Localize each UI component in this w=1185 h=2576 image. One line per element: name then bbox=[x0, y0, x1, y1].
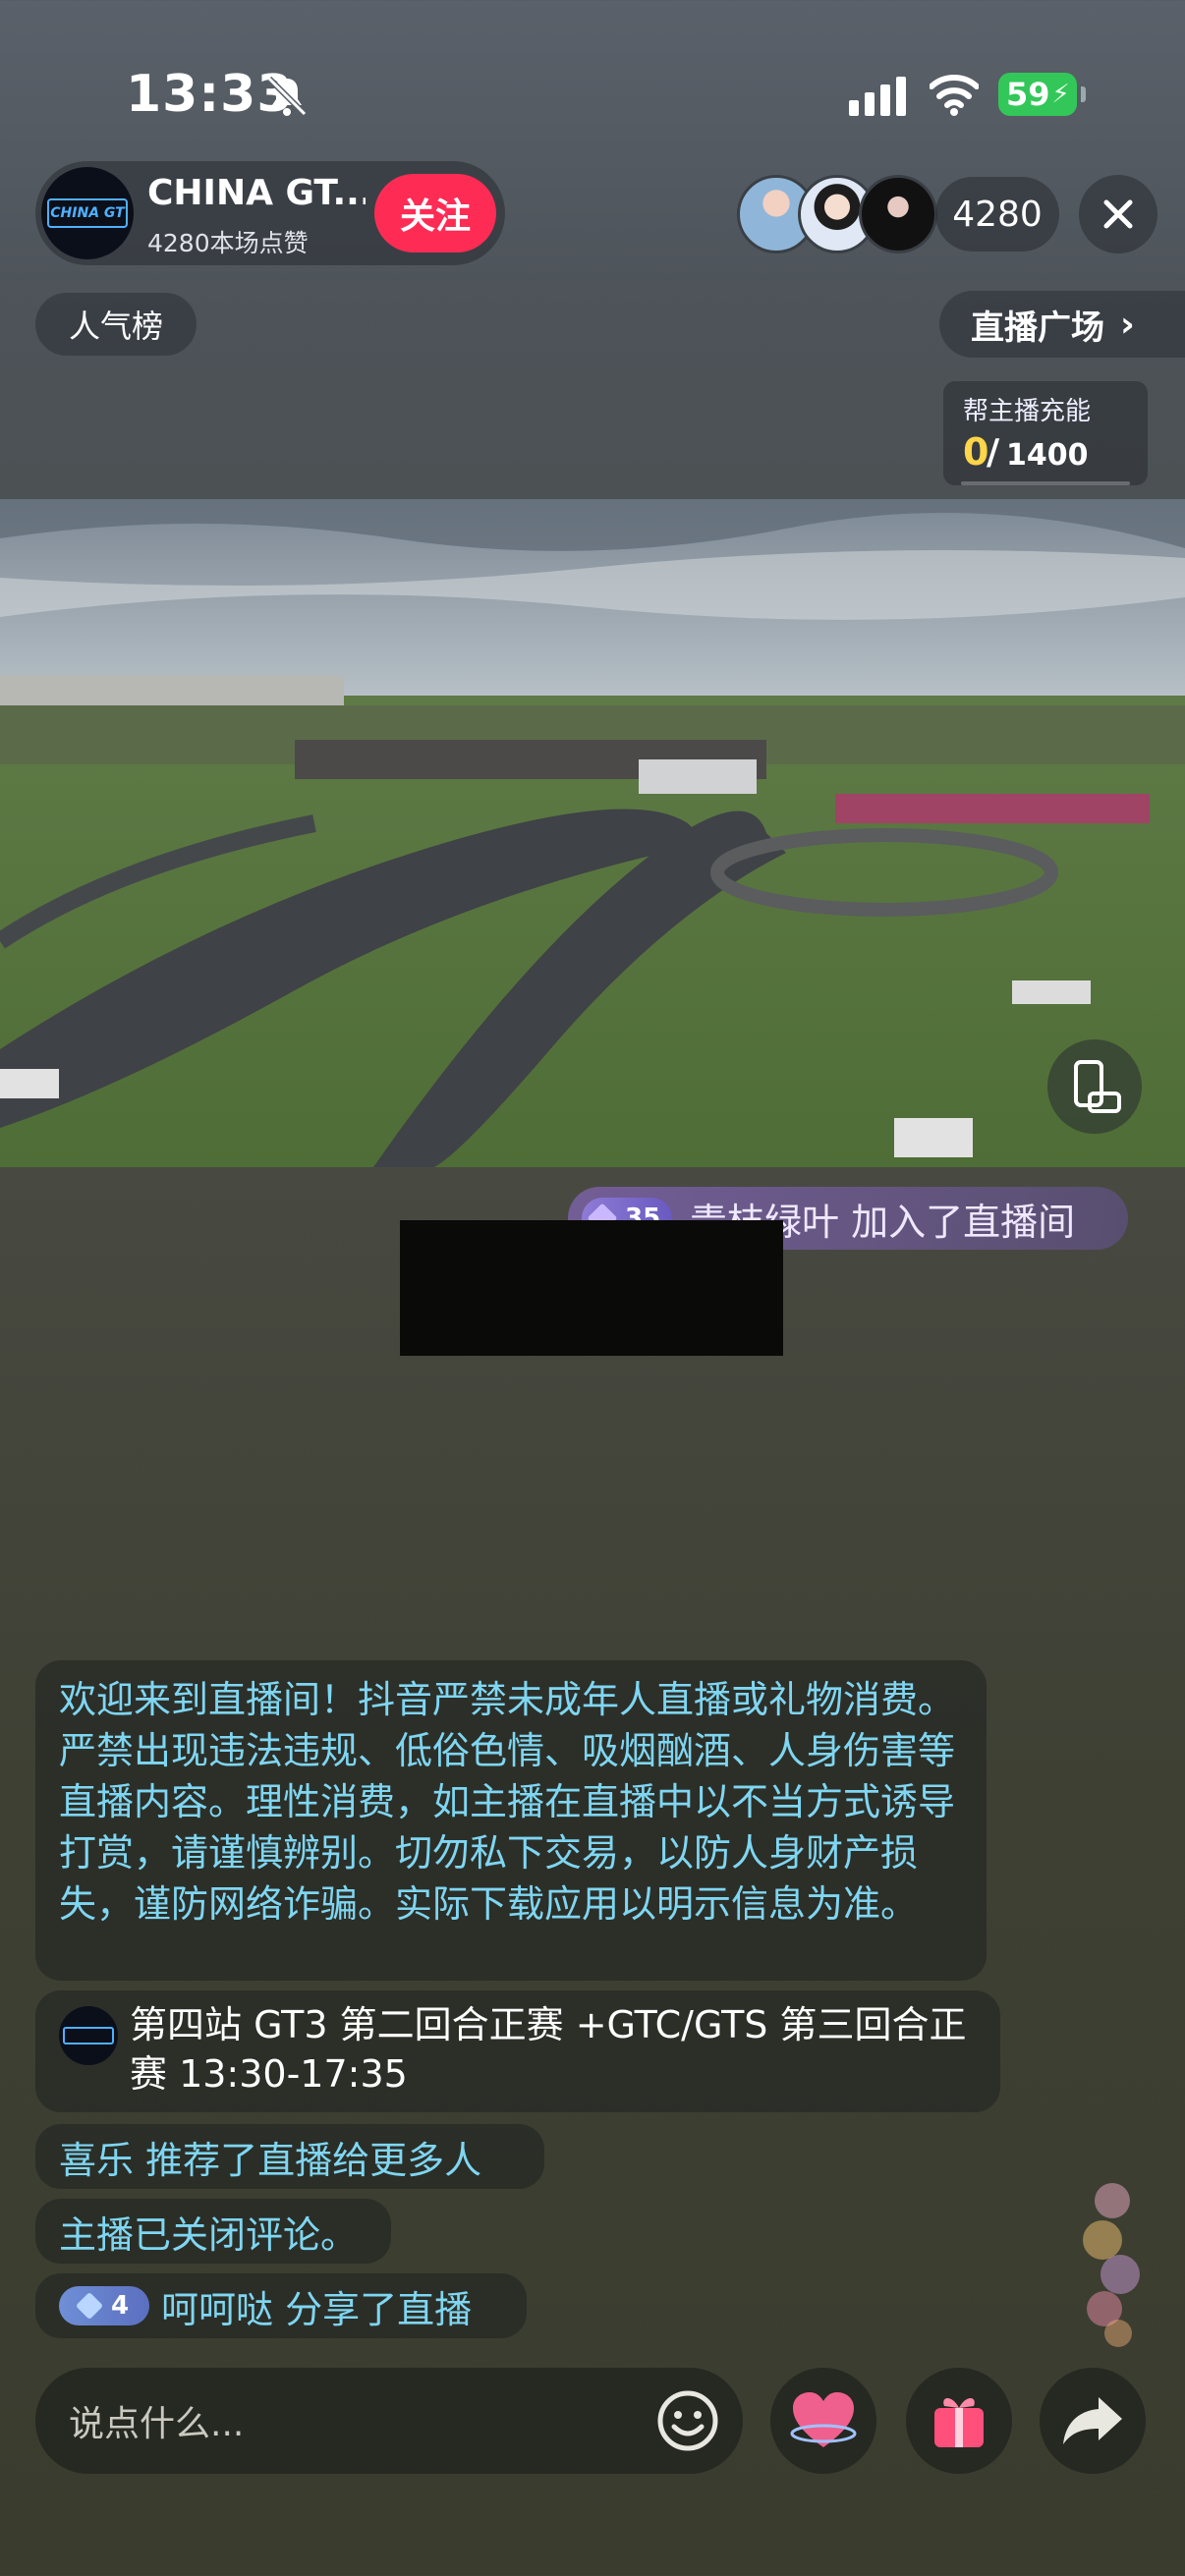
cellular-signal-icon bbox=[849, 77, 906, 116]
live-video-stream[interactable] bbox=[0, 499, 1185, 1167]
charge-progress-track bbox=[961, 481, 1130, 485]
system-notice-message: 欢迎来到直播间！抖音严禁未成年人直播或礼物消费。严禁出现违法违规、低俗色情、吸烟… bbox=[35, 1660, 987, 1981]
system-notice-text: 欢迎来到直播间！抖音严禁未成年人直播或礼物消费。严禁出现违法违规、低俗色情、吸烟… bbox=[59, 1678, 956, 1926]
battery-level: 59 bbox=[1006, 76, 1050, 113]
rotate-screen-icon bbox=[1074, 1060, 1121, 1113]
chevron-right-icon: › bbox=[1120, 304, 1135, 345]
bell-muted-icon bbox=[266, 76, 308, 117]
battery-cap bbox=[1081, 86, 1086, 102]
user-level-badge: 4 bbox=[59, 2286, 149, 2325]
live-square-button[interactable]: 直播广场 › bbox=[939, 291, 1185, 358]
share-button[interactable] bbox=[1040, 2368, 1146, 2474]
comments-closed-message: 主播已关闭评论。 bbox=[35, 2199, 391, 2264]
host-mini-avatar[interactable] bbox=[59, 2006, 118, 2065]
charging-icon: ⚡ bbox=[1051, 80, 1070, 109]
share-message-text: 呵呵哒 分享了直播 bbox=[161, 2287, 473, 2331]
recommend-message: 喜乐 推荐了直播给更多人 bbox=[35, 2124, 544, 2189]
follow-button[interactable]: 关注 bbox=[374, 174, 496, 252]
comment-placeholder: 说点什么... bbox=[69, 2404, 245, 2444]
emoji-icon[interactable] bbox=[654, 2387, 721, 2454]
battery-indicator: 59 ⚡ bbox=[998, 73, 1077, 116]
charge-label: 帮主播充能 bbox=[963, 397, 1092, 426]
close-button[interactable] bbox=[1079, 175, 1157, 253]
audience-count-button[interactable]: 4280 bbox=[935, 177, 1059, 252]
user-level: 4 bbox=[110, 2291, 130, 2321]
charge-target: 1400 bbox=[1006, 438, 1089, 473]
level-gem-icon bbox=[75, 2291, 104, 2321]
viewer-avatar[interactable] bbox=[859, 175, 937, 253]
gift-button[interactable] bbox=[906, 2368, 1012, 2474]
share-arrow-icon bbox=[1063, 2397, 1122, 2444]
host-avatar[interactable]: CHINA GT bbox=[41, 167, 134, 259]
host-logo: CHINA GT bbox=[47, 198, 128, 228]
comment-input[interactable]: 说点什么... bbox=[35, 2368, 743, 2474]
heart-icon bbox=[790, 2392, 857, 2447]
wifi-icon bbox=[930, 75, 979, 116]
share-message: 4 呵呵哒 分享了直播 bbox=[35, 2273, 527, 2338]
overlay-panel bbox=[400, 1220, 783, 1356]
live-square-label: 直播广场 bbox=[971, 308, 1104, 348]
charge-separator: / bbox=[987, 432, 1000, 473]
host-name[interactable]: CHINA GT... bbox=[147, 173, 366, 213]
close-icon bbox=[1103, 199, 1133, 229]
popularity-rank-button[interactable]: 人气榜 bbox=[35, 293, 197, 356]
charge-current: 0 bbox=[963, 430, 989, 474]
floating-hearts-animation bbox=[1083, 2183, 1140, 2347]
host-likes: 4280本场点赞 bbox=[147, 229, 309, 257]
event-schedule-text: 第四站 GT3 第二回合正赛 +GTC/GTS 第三回合正赛 13:30-17:… bbox=[130, 2003, 967, 2096]
gift-icon bbox=[934, 2398, 984, 2447]
like-button[interactable] bbox=[770, 2368, 876, 2474]
mini-logo bbox=[63, 2027, 114, 2044]
rotate-screen-button[interactable] bbox=[1047, 1039, 1142, 1134]
